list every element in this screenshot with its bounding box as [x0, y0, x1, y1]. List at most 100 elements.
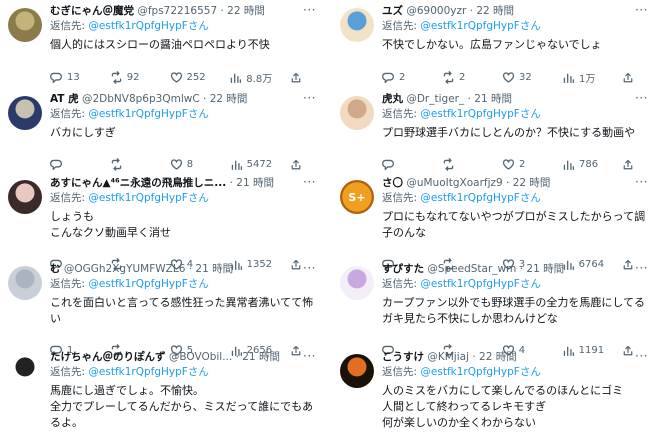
timestamp[interactable]: 22 時間: [227, 5, 265, 17]
more-options-icon[interactable]: ···: [303, 91, 316, 105]
reply-to-line: 返信先: @estfk1rQpfgHypFさん: [50, 365, 316, 380]
more-options-icon[interactable]: ···: [303, 3, 316, 17]
display-name[interactable]: むぎにゃん＠魔党: [50, 5, 134, 17]
reply-tweet[interactable]: む @OGGh2XgYUMFWZL6 · 21 時間 返信先: @estfk1rQ…: [0, 258, 318, 357]
user-handle[interactable]: @2DbNV8p6p3QmlwC: [82, 93, 200, 105]
retweet-icon: [111, 71, 121, 84]
timestamp[interactable]: 22 時間: [513, 177, 551, 189]
timestamp[interactable]: 21 時間: [236, 177, 274, 189]
share-button[interactable]: [290, 72, 304, 84]
tweet-text: プロ野球選手バカにしとんのか？不快にする動画や: [382, 125, 648, 141]
reply-mention-link[interactable]: @estfk1rQpfgHypFさん: [420, 20, 540, 32]
reply-mention-link[interactable]: @estfk1rQpfgHypFさん: [420, 278, 540, 290]
tweet-header: AT 虎 @2DbNV8p6p3QmlwC · 22 時間: [50, 92, 316, 106]
timestamp[interactable]: 21 時間: [195, 263, 233, 275]
share-button[interactable]: [290, 159, 304, 171]
reply-mention-link[interactable]: @estfk1rQpfgHypFさん: [88, 20, 208, 32]
timestamp[interactable]: 22 時間: [479, 351, 517, 363]
avatar[interactable]: [340, 96, 374, 130]
display-name[interactable]: あすにゃん▲⁴⁶ニ永遠の飛鳥推しニ...: [50, 177, 226, 189]
retweet-button[interactable]: 92: [110, 71, 152, 84]
views-button[interactable]: 786: [562, 158, 604, 171]
like-button[interactable]: 2: [502, 158, 544, 171]
more-options-icon[interactable]: ···: [303, 349, 316, 363]
timestamp[interactable]: 21 時間: [242, 351, 280, 363]
views-button[interactable]: 1万: [562, 70, 604, 85]
reply-mention-link[interactable]: @estfk1rQpfgHypFさん: [420, 192, 540, 204]
avatar[interactable]: [340, 266, 374, 300]
display-name[interactable]: AT 虎: [50, 93, 79, 105]
tweet-text: しょうも こんなクソ動画早く消せ: [50, 209, 316, 241]
timestamp[interactable]: 22 時間: [476, 5, 514, 17]
user-handle[interactable]: @uMuoItgXoarfjz9: [406, 177, 502, 189]
display-name[interactable]: さ〇: [382, 177, 403, 189]
reply-icon: [382, 72, 394, 84]
reply-button[interactable]: [50, 158, 92, 171]
tweet-text: バカにしすぎ: [50, 125, 316, 141]
user-handle[interactable]: @BOVObil...: [169, 351, 232, 363]
reply-tweet[interactable]: AT 虎 @2DbNV8p6p3QmlwC · 22 時間 返信先: @estfk…: [0, 88, 318, 172]
more-options-icon[interactable]: ···: [635, 91, 648, 105]
retweet-button[interactable]: [442, 158, 484, 171]
more-options-icon[interactable]: ···: [635, 261, 648, 275]
reply-mention-link[interactable]: @estfk1rQpfgHypFさん: [420, 366, 540, 378]
user-handle[interactable]: @OGGh2XgYUMFWZL6: [64, 263, 186, 275]
share-button[interactable]: [622, 159, 636, 171]
reply-mention-link[interactable]: @estfk1rQpfgHypFさん: [88, 278, 208, 290]
display-name[interactable]: こうすけ: [382, 351, 424, 363]
reply-tweet[interactable]: たけちゃん＠のりぽんず @BOVObil... · 21 時間 返信先: @est…: [0, 346, 318, 434]
avatar[interactable]: [8, 8, 42, 42]
reply-tweet[interactable]: こうすけ @KMjiaj · 22 時間 返信先: @estfk1rQpfgHyp…: [332, 346, 650, 434]
more-options-icon[interactable]: ···: [635, 349, 648, 363]
reply-button[interactable]: [382, 158, 424, 171]
views-button[interactable]: 5472: [230, 158, 272, 171]
display-name[interactable]: ユズ: [382, 5, 403, 17]
retweet-button[interactable]: [110, 158, 152, 171]
user-handle[interactable]: @Dr_tiger_: [406, 93, 464, 105]
reply-mention-link[interactable]: @estfk1rQpfgHypFさん: [420, 108, 540, 120]
user-handle[interactable]: @69000yzr: [406, 5, 466, 17]
views-button[interactable]: 8.8万: [229, 70, 272, 85]
timestamp[interactable]: 22 時間: [210, 93, 248, 105]
avatar[interactable]: [340, 8, 374, 42]
user-handle[interactable]: @fps72216557: [137, 5, 217, 17]
avatar[interactable]: [8, 96, 42, 130]
user-handle[interactable]: @KMjiaj: [427, 351, 469, 363]
reply-tweet[interactable]: 虎丸 @Dr_tiger_ · 21 時間 返信先: @estfk1rQpfgHy…: [332, 88, 650, 172]
tweet-text-line: プロにもなれてないやつがプロがミスしたからって調: [382, 210, 646, 223]
like-button[interactable]: 8: [170, 158, 212, 171]
share-button[interactable]: [622, 72, 636, 84]
like-icon: [502, 159, 515, 170]
user-handle[interactable]: @SpeedStar_wm: [427, 263, 516, 275]
reply-mention-link[interactable]: @estfk1rQpfgHypFさん: [88, 366, 208, 378]
separator-dot: ·: [469, 5, 473, 17]
avatar[interactable]: S+: [340, 180, 374, 214]
display-name[interactable]: む: [50, 263, 61, 275]
retweet-button[interactable]: 2: [442, 71, 484, 84]
avatar[interactable]: [8, 266, 42, 300]
timestamp[interactable]: 21 時間: [474, 93, 512, 105]
avatar[interactable]: [8, 354, 42, 388]
more-options-icon[interactable]: ···: [303, 261, 316, 275]
more-options-icon[interactable]: ···: [635, 3, 648, 17]
display-name[interactable]: 虎丸: [382, 93, 403, 105]
more-options-icon[interactable]: ···: [635, 175, 648, 189]
reply-tweet[interactable]: むぎにゃん＠魔党 @fps72216557 · 22 時間 返信先: @estfk…: [0, 0, 318, 88]
like-button[interactable]: 32: [502, 71, 544, 84]
reply-tweet[interactable]: すぴすた @SpeedStar_wm · 21 時間 返信先: @estfk1rQ…: [332, 258, 650, 357]
avatar[interactable]: [340, 354, 374, 388]
reply-mention-link[interactable]: @estfk1rQpfgHypFさん: [88, 108, 208, 120]
avatar[interactable]: [8, 180, 42, 214]
display-name[interactable]: すぴすた: [382, 263, 424, 275]
reply-button[interactable]: 13: [50, 71, 92, 84]
more-options-icon[interactable]: ···: [303, 175, 316, 189]
reply-tweet[interactable]: S+ さ〇 @uMuoItgXoarfjz9 · 22 時間 返信先: @estfk…: [332, 172, 650, 271]
reply-button[interactable]: 2: [382, 71, 424, 84]
reply-tweet[interactable]: あすにゃん▲⁴⁶ニ永遠の飛鳥推しニ... · 21 時間 返信先: @estfk1…: [0, 172, 318, 271]
timestamp[interactable]: 21 時間: [526, 263, 564, 275]
reply-mention-link[interactable]: @estfk1rQpfgHypFさん: [88, 192, 208, 204]
reply-tweet[interactable]: ユズ @69000yzr · 22 時間 返信先: @estfk1rQpfgHyp…: [332, 0, 650, 88]
display-name[interactable]: たけちゃん＠のりぽんず: [50, 351, 166, 363]
tweet-header: さ〇 @uMuoItgXoarfjz9 · 22 時間: [382, 176, 648, 190]
like-button[interactable]: 252: [170, 71, 212, 84]
